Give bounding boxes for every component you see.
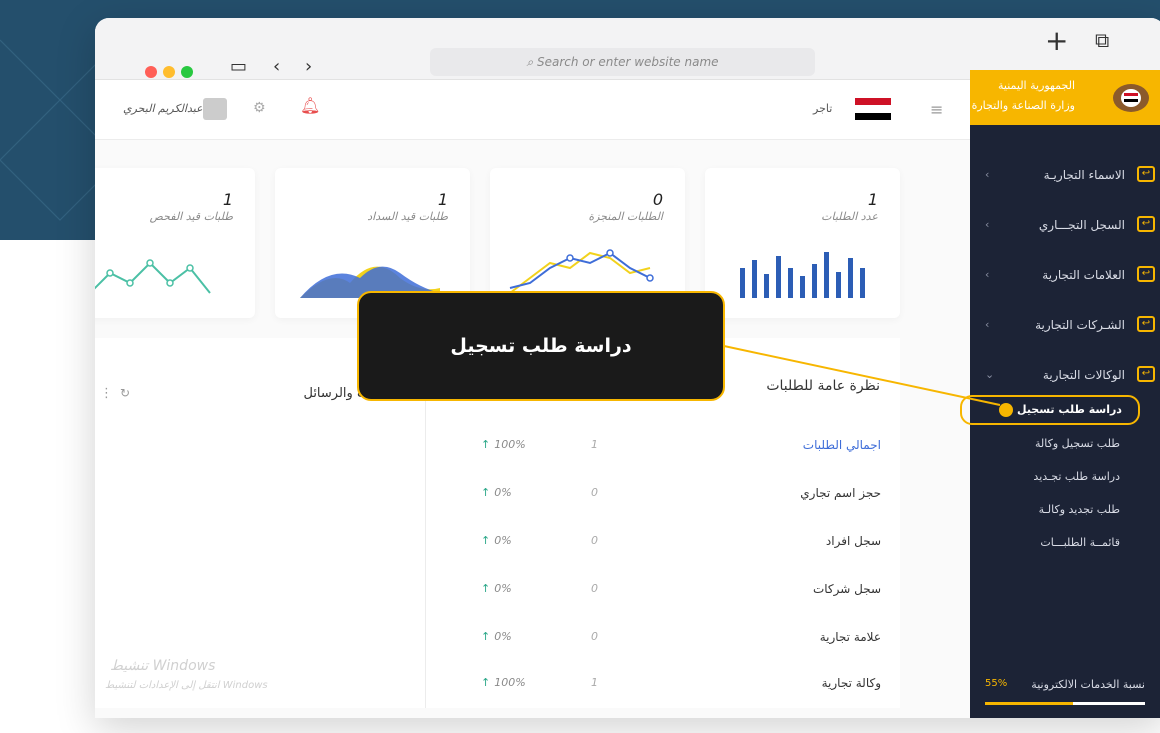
callout-tooltip: دراسة طلب تسجيل: [357, 291, 725, 401]
callout-text: دراسة طلب تسجيل: [450, 335, 632, 357]
